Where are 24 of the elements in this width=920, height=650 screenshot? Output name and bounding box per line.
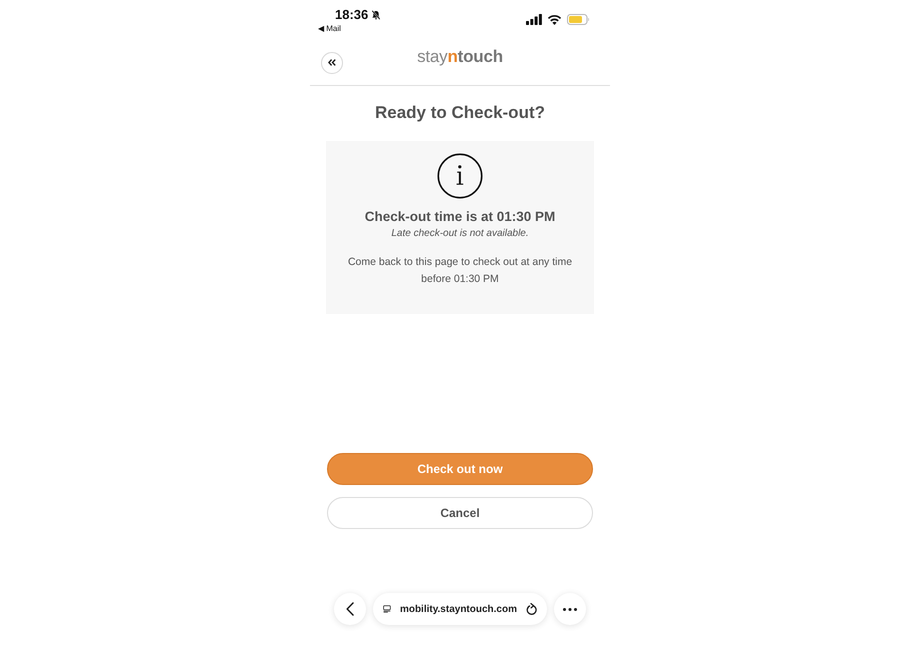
double-chevron-left-icon <box>328 59 336 66</box>
checkout-time-heading: Check-out time is at 01:30 PM <box>364 209 556 225</box>
bell-slash-icon <box>371 10 382 20</box>
logo-text: stayntouch <box>417 47 503 67</box>
signal-icon <box>526 14 542 24</box>
more-button[interactable] <box>554 593 586 625</box>
reload-button[interactable] <box>526 603 537 615</box>
info-icon <box>437 153 483 199</box>
cancel-button[interactable]: Cancel <box>327 497 593 529</box>
back-to-mail-link[interactable]: ◀ Mail <box>318 24 382 34</box>
battery-icon <box>567 14 590 24</box>
url-text: mobility.stayntouch.com <box>400 604 517 614</box>
address-bar[interactable]: mobility.stayntouch.com <box>373 593 547 625</box>
page-title: Ready to Check-out? <box>374 103 546 123</box>
info-message: Come back to this page to check out at any time before 01:30 PM <box>346 255 574 287</box>
status-time: 18:36 <box>335 7 368 22</box>
browser-back-button[interactable] <box>334 593 366 625</box>
wifi-icon <box>547 14 562 24</box>
chevron-left-icon <box>346 602 354 616</box>
ellipsis-icon <box>563 608 577 610</box>
tabs-icon <box>383 603 391 615</box>
reload-icon <box>526 603 537 615</box>
late-checkout-note: Late check-out is not available. <box>391 227 529 240</box>
back-button[interactable] <box>321 52 343 74</box>
